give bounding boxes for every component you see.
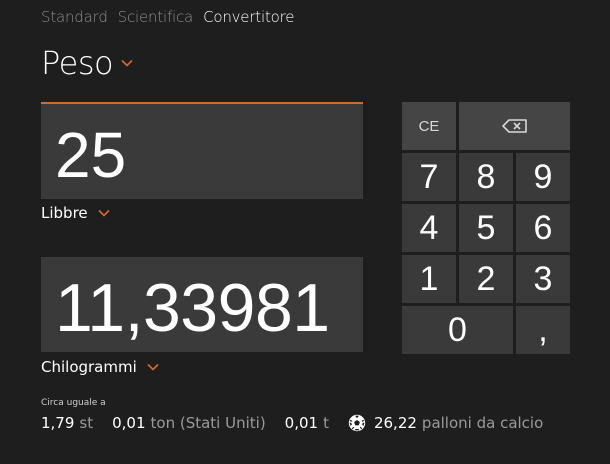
digit-2-button[interactable]: 2 [459, 255, 513, 303]
approx-item-tonne: 0,01 t [285, 414, 329, 432]
category-selector[interactable]: Peso [41, 44, 133, 82]
digit-5-button[interactable]: 5 [459, 204, 513, 252]
digit-3-button[interactable]: 3 [516, 255, 570, 303]
digit-7-button[interactable]: 7 [402, 153, 456, 201]
ce-button[interactable]: CE [402, 102, 456, 150]
chevron-down-icon [147, 363, 159, 371]
input-unit-label: Libbre [41, 204, 88, 222]
chevron-down-icon [121, 59, 133, 67]
approx-value: 1,79 [41, 414, 75, 432]
approx-unit: ton (Stati Uniti) [150, 414, 266, 432]
tab-scientifica[interactable]: Scientifica [118, 8, 194, 26]
input-unit-selector[interactable]: Libbre [41, 204, 110, 222]
approx-value: 0,01 [112, 414, 146, 432]
digit-4-button[interactable]: 4 [402, 204, 456, 252]
digit-1-button[interactable]: 1 [402, 255, 456, 303]
backspace-icon [501, 119, 527, 133]
approx-item-st: 1,79 st [41, 414, 93, 432]
converter-app: Standard Scientifica Convertitore Peso 2… [0, 0, 610, 464]
tab-convertitore[interactable]: Convertitore [203, 8, 294, 26]
output-value-box[interactable]: 11,33981 [41, 257, 363, 352]
approx-caption: Circa uguale a [41, 398, 106, 408]
digit-0-button[interactable]: 0 [402, 306, 513, 354]
digit-9-button[interactable]: 9 [516, 153, 570, 201]
approx-value: 26,22 [373, 414, 417, 432]
approx-unit: st [79, 414, 94, 432]
output-unit-label: Chilogrammi [41, 358, 137, 376]
decimal-button[interactable]: , [516, 306, 570, 354]
soccer-ball-icon [348, 414, 366, 432]
digit-6-button[interactable]: 6 [516, 204, 570, 252]
input-value-box[interactable]: 25 [41, 102, 363, 199]
chevron-down-icon [98, 209, 110, 217]
input-value: 25 [55, 119, 127, 191]
approx-value: 0,01 [284, 414, 319, 432]
category-label: Peso [41, 44, 114, 82]
approx-unit: palloni da calcio [421, 414, 544, 432]
tab-standard[interactable]: Standard [41, 8, 108, 26]
digit-8-button[interactable]: 8 [459, 153, 513, 201]
mode-tabs: Standard Scientifica Convertitore [41, 8, 294, 26]
approx-item-us-ton: 0,01 ton (Stati Uniti) [112, 414, 266, 432]
approx-unit: t [323, 414, 329, 432]
approx-list: 1,79 st 0,01 ton (Stati Uniti) 0,01 t 26… [41, 414, 562, 432]
approx-item-soccer-balls: 26,22 palloni da calcio [348, 414, 543, 432]
backspace-button[interactable] [459, 102, 570, 150]
output-unit-selector[interactable]: Chilogrammi [41, 358, 159, 376]
output-value: 11,33981 [55, 270, 330, 346]
